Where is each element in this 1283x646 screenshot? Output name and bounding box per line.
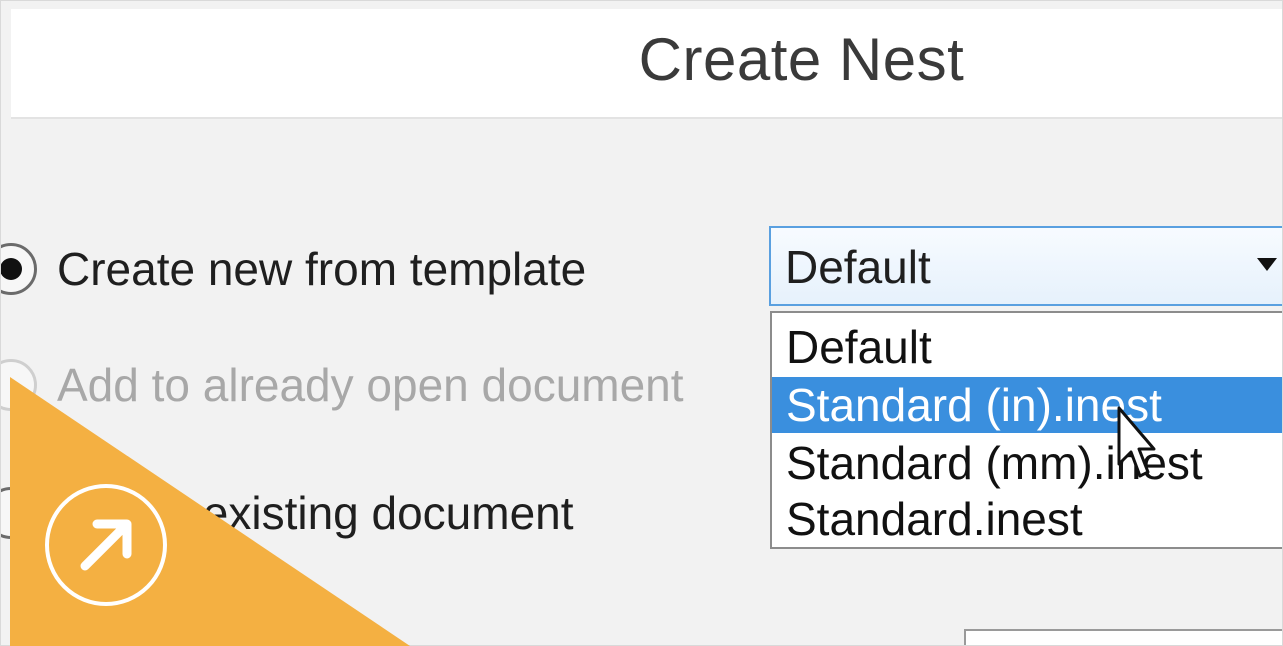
dropdown-option-default[interactable]: Default (772, 319, 1282, 375)
radio-create-new-label: Create new from template (57, 243, 587, 295)
external-link-arrow-icon (80, 519, 132, 571)
dropdown-option-standard-mm[interactable]: Standard (mm).inest (772, 435, 1282, 491)
radio-add-open (1, 359, 37, 411)
title-bar: Create Nest (11, 9, 1282, 119)
radio-create-new[interactable] (1, 243, 37, 295)
checkbox-partial[interactable] (31, 629, 71, 645)
dialog-title: Create Nest (638, 26, 965, 93)
template-dropdown-list: Default Standard (in).inest Standard (mm… (770, 311, 1282, 549)
external-link-button[interactable] (45, 484, 167, 606)
radio-add-existing[interactable] (1, 487, 37, 539)
radio-add-open-row: Add to already open document (1, 353, 684, 417)
template-combobox[interactable]: Default (769, 226, 1282, 306)
mouse-pointer-icon (1117, 406, 1156, 478)
chevron-down-icon[interactable] (1257, 258, 1277, 271)
radio-add-open-label: Add to already open document (57, 359, 684, 411)
radio-create-new-row[interactable]: Create new from template (1, 237, 587, 301)
dialog-window: Create Nest Create new from template Add… (0, 0, 1283, 646)
dropdown-option-standard-in[interactable]: Standard (in).inest (772, 377, 1282, 433)
dropdown-option-standard[interactable]: Standard.inest (772, 491, 1282, 547)
template-combobox-value: Default (785, 241, 931, 293)
input-partial[interactable] (964, 629, 1282, 645)
